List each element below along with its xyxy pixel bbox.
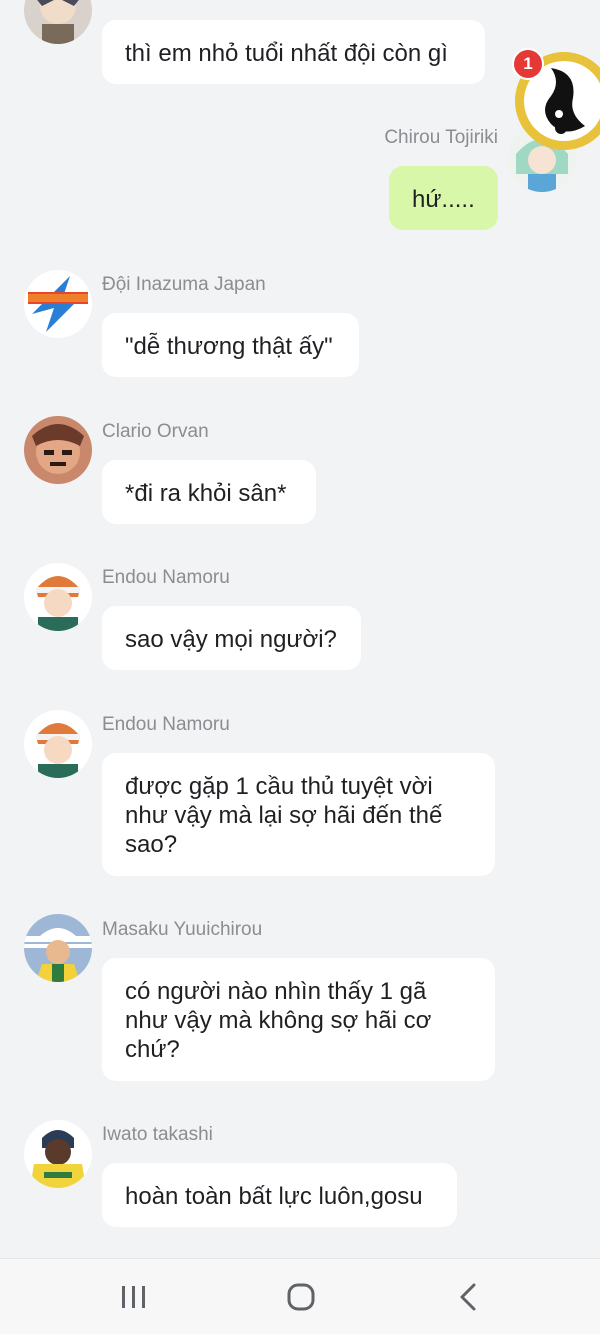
message-bubble[interactable]: "dễ thương thật ấy" bbox=[102, 313, 359, 377]
message-text: hứ..... bbox=[412, 186, 475, 213]
message-text: được gặp 1 cầu thủ tuyệt vời bbox=[125, 773, 433, 800]
avatar-image bbox=[24, 1120, 92, 1188]
message-bubble[interactable]: hoàn toàn bất lực luôn,gosu bbox=[102, 1163, 457, 1227]
avatar[interactable] bbox=[24, 270, 92, 338]
floating-chat-head[interactable]: 1 bbox=[512, 48, 600, 150]
back-icon bbox=[460, 1283, 476, 1311]
message-text: như vậy mà không sợ hãi cơ bbox=[125, 1007, 432, 1034]
avatar-image bbox=[24, 914, 92, 982]
navigation-bar bbox=[0, 1258, 600, 1334]
home-button[interactable] bbox=[281, 1277, 321, 1317]
message-bubble[interactable]: thì em nhỏ tuổi nhất đội còn gì bbox=[102, 20, 485, 84]
avatar-image bbox=[24, 416, 92, 484]
avatar-image bbox=[24, 270, 92, 338]
sender-name: Đội Inazuma Japan bbox=[102, 274, 266, 295]
sender-name: Chirou Tojiriki bbox=[384, 127, 498, 148]
message-text: "dễ thương thật ấy" bbox=[125, 333, 333, 360]
sender-name: Masaku Yuuichirou bbox=[102, 919, 263, 940]
sender-name: Endou Namoru bbox=[102, 714, 230, 735]
avatar[interactable] bbox=[24, 416, 92, 484]
message-bubble[interactable]: được gặp 1 cầu thủ tuyệt vời như vậy mà … bbox=[102, 753, 495, 876]
sender-name: Clario Orvan bbox=[102, 421, 209, 442]
message-bubble[interactable]: *đi ra khỏi sân* bbox=[102, 460, 316, 524]
avatar[interactable] bbox=[24, 563, 92, 631]
avatar[interactable] bbox=[24, 914, 92, 982]
home-icon bbox=[287, 1283, 315, 1311]
avatar[interactable] bbox=[24, 710, 92, 778]
sender-name: Endou Namoru bbox=[102, 567, 230, 588]
message-text: thì em nhỏ tuổi nhất đội còn gì bbox=[125, 40, 448, 67]
message-text: chứ? bbox=[125, 1036, 180, 1063]
avatar[interactable] bbox=[24, 1120, 92, 1188]
message-text: như vậy mà lại sợ hãi đến thế bbox=[125, 802, 443, 829]
message-text: *đi ra khỏi sân* bbox=[125, 480, 287, 507]
avatar[interactable] bbox=[24, 0, 92, 44]
chat-area[interactable]: thì em nhỏ tuổi nhất đội còn gì Chirou T… bbox=[0, 0, 600, 1258]
message-text: sao vậy mọi người? bbox=[125, 626, 337, 653]
message-bubble[interactable]: có người nào nhìn thấy 1 gã như vậy mà k… bbox=[102, 958, 495, 1081]
own-message-bubble[interactable]: hứ..... bbox=[389, 166, 498, 230]
message-text: sao? bbox=[125, 831, 178, 858]
recent-apps-button[interactable] bbox=[114, 1277, 154, 1317]
notification-badge: 1 bbox=[512, 48, 544, 80]
avatar-image bbox=[24, 563, 92, 631]
sender-name: Iwato takashi bbox=[102, 1124, 213, 1145]
message-bubble[interactable]: sao vậy mọi người? bbox=[102, 606, 361, 670]
recent-apps-icon bbox=[122, 1286, 145, 1308]
message-text: hoàn toàn bất lực luôn,gosu bbox=[125, 1183, 423, 1210]
avatar-image bbox=[24, 0, 92, 44]
back-button[interactable] bbox=[448, 1277, 488, 1317]
message-text: có người nào nhìn thấy 1 gã bbox=[125, 978, 427, 1005]
avatar-image bbox=[24, 710, 92, 778]
